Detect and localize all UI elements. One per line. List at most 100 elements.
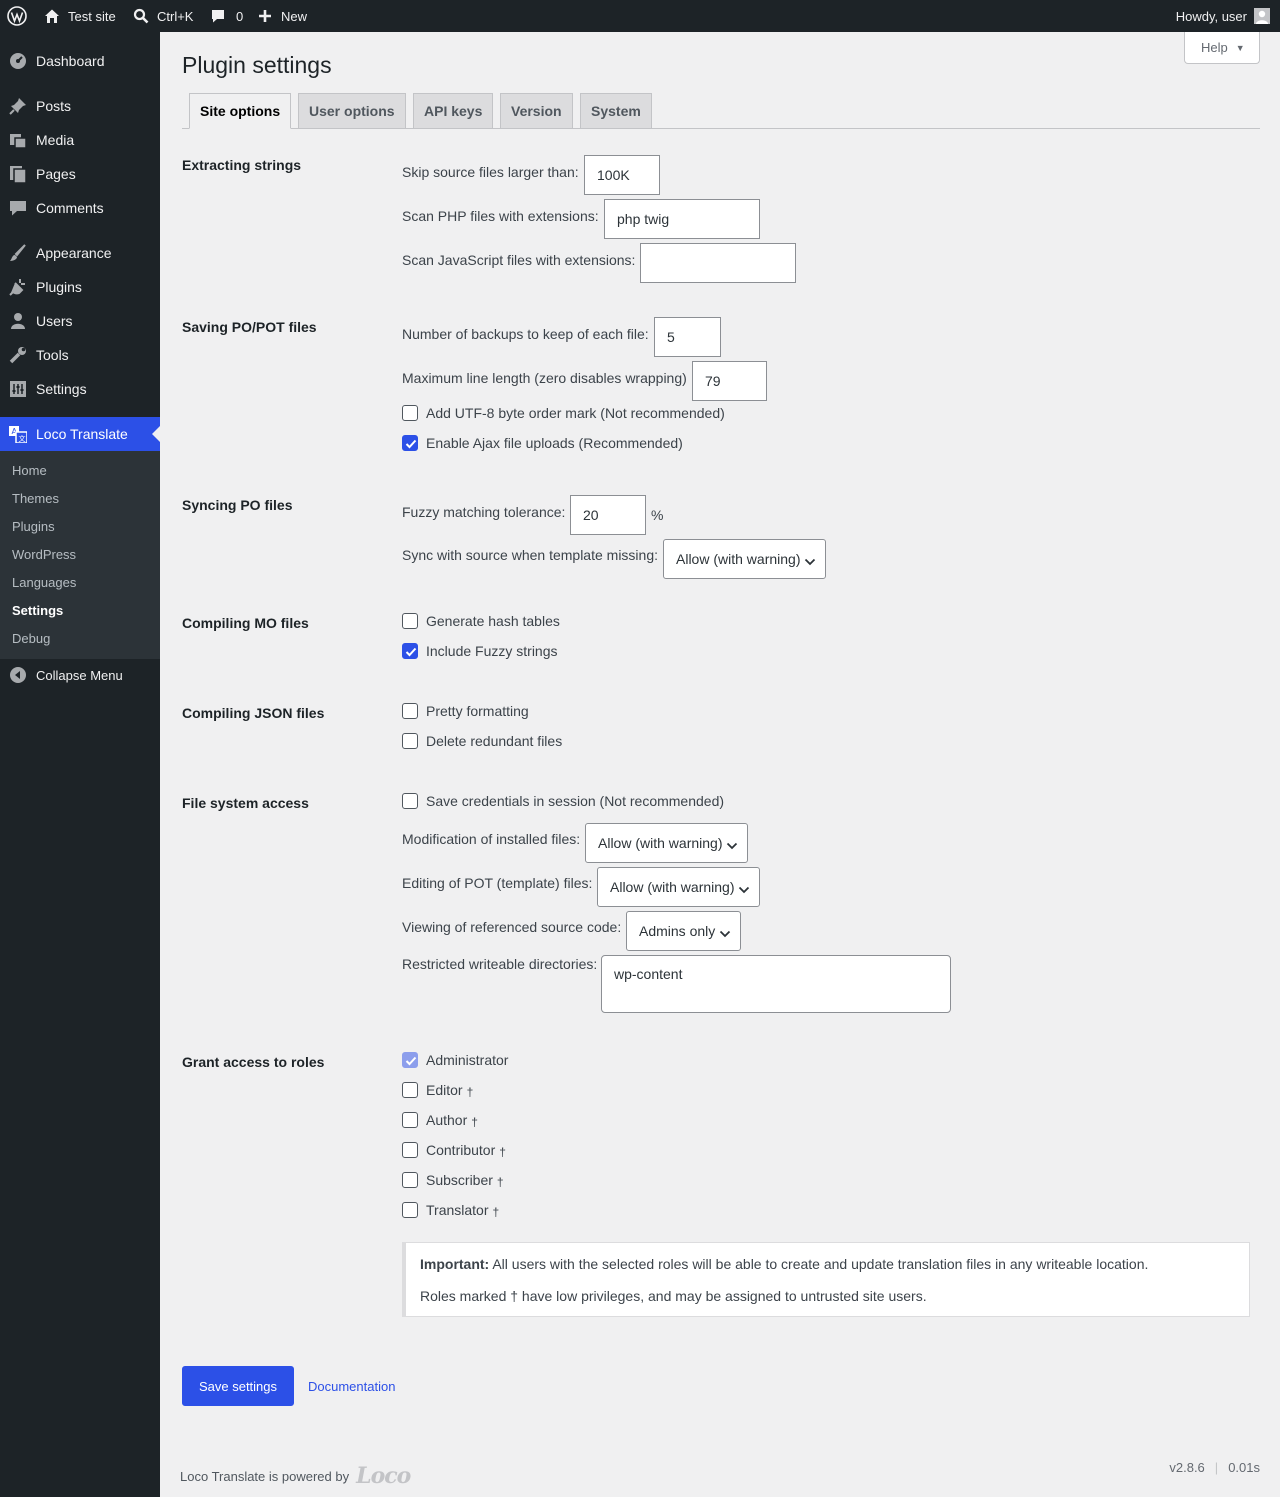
writeable-dirs-label: Restricted writeable directories: xyxy=(402,956,598,972)
pin-icon xyxy=(9,97,27,115)
submenu-item-plugins[interactable]: Plugins xyxy=(12,519,55,534)
sidebar-item-pages[interactable]: Pages xyxy=(0,157,160,191)
save-credentials-checkbox[interactable] xyxy=(402,793,418,809)
ajax-option: Enable Ajax file uploads (Recommended) xyxy=(402,435,683,451)
home-icon xyxy=(44,8,60,24)
section-title-extracting: Extracting strings xyxy=(182,157,302,173)
modification-label: Modification of installed files: xyxy=(402,831,581,847)
js-extensions-label: Scan JavaScript files with extensions: xyxy=(402,252,636,268)
role-editor: Editor † xyxy=(402,1082,474,1099)
svg-text:文: 文 xyxy=(19,434,26,443)
comment-icon xyxy=(9,199,27,217)
sidebar-item-comments[interactable]: Comments xyxy=(0,191,160,225)
plus-icon xyxy=(258,9,272,23)
tab-user-options[interactable]: User options xyxy=(298,93,406,129)
backups-input[interactable]: 5 xyxy=(654,317,721,357)
ajax-checkbox[interactable] xyxy=(402,435,418,451)
page-title: Plugin settings xyxy=(182,52,332,78)
view-source-select[interactable]: Admins only xyxy=(626,911,741,951)
low-privilege-dagger: † xyxy=(496,1175,504,1189)
new-content-link[interactable]: New xyxy=(258,0,307,32)
writeable-dirs-textarea[interactable]: wp-content xyxy=(601,955,951,1013)
sidebar-item-settings[interactable]: Settings xyxy=(0,372,160,406)
save-settings-button[interactable]: Save settings xyxy=(182,1366,294,1406)
role-subscriber: Subscriber † xyxy=(402,1172,504,1189)
brush-icon xyxy=(9,244,27,262)
delete-redundant-option: Delete redundant files xyxy=(402,733,562,749)
php-extensions-label: Scan PHP files with extensions: xyxy=(402,208,599,224)
submenu-item-themes[interactable]: Themes xyxy=(12,491,59,506)
view-source-label: Viewing of referenced source code: xyxy=(402,919,622,935)
include-fuzzy-checkbox[interactable] xyxy=(402,643,418,659)
sidebar-item-media[interactable]: Media xyxy=(0,123,160,157)
version-text: v2.8.6 xyxy=(1169,1460,1205,1475)
admin-sidebar: Dashboard Posts Media Pages Comments App… xyxy=(0,32,160,1497)
submenu-item-wordpress[interactable]: WordPress xyxy=(12,547,76,562)
tab-site-options[interactable]: Site options xyxy=(189,93,292,129)
section-title-syncing: Syncing PO files xyxy=(182,497,293,513)
section-title-roles: Grant access to roles xyxy=(182,1054,325,1070)
pot-editing-select[interactable]: Allow (with warning) xyxy=(597,867,760,907)
wrench-icon xyxy=(9,346,27,364)
media-icon xyxy=(9,131,27,149)
submenu-item-home[interactable]: Home xyxy=(12,463,47,478)
loco-submenu: Home Themes Plugins WordPress Languages … xyxy=(0,451,160,659)
tab-api-keys[interactable]: API keys xyxy=(413,93,494,129)
submenu-item-languages[interactable]: Languages xyxy=(12,575,76,590)
wordpress-logo-icon[interactable] xyxy=(7,0,27,32)
bom-checkbox[interactable] xyxy=(402,405,418,421)
tab-version[interactable]: Version xyxy=(500,93,573,129)
role-contributor-checkbox[interactable] xyxy=(402,1142,418,1158)
sync-missing-select[interactable]: Allow (with warning) xyxy=(663,539,826,579)
collapse-menu-button[interactable]: Collapse Menu xyxy=(0,658,160,692)
help-button[interactable]: Help ▼ xyxy=(1184,32,1260,64)
js-extensions-input[interactable] xyxy=(640,243,796,283)
sidebar-item-dashboard[interactable]: Dashboard xyxy=(0,44,160,78)
loco-logo[interactable]: Loco xyxy=(356,1463,411,1489)
sidebar-item-appearance[interactable]: Appearance xyxy=(0,236,160,270)
roles-notice: Important: All users with the selected r… xyxy=(402,1242,1250,1317)
role-subscriber-checkbox[interactable] xyxy=(402,1172,418,1188)
sliders-icon xyxy=(9,380,27,398)
delete-redundant-checkbox[interactable] xyxy=(402,733,418,749)
fuzzy-tolerance-input[interactable]: 20 xyxy=(570,495,646,535)
section-title-json: Compiling JSON files xyxy=(182,705,325,721)
site-link[interactable]: Test site xyxy=(44,0,116,32)
role-administrator-checkbox[interactable] xyxy=(402,1052,418,1068)
section-title-saving: Saving PO/POT files xyxy=(182,319,317,335)
notice-bold: Important: xyxy=(420,1256,490,1272)
role-translator: Translator † xyxy=(402,1202,500,1219)
role-editor-checkbox[interactable] xyxy=(402,1082,418,1098)
search-button[interactable]: Ctrl+K xyxy=(133,0,193,32)
translate-icon: A文 xyxy=(9,425,28,444)
role-author-checkbox[interactable] xyxy=(402,1112,418,1128)
sidebar-item-loco-translate[interactable]: A文 Loco Translate xyxy=(0,417,160,451)
submenu-item-settings[interactable]: Settings xyxy=(12,603,63,618)
sync-missing-label: Sync with source when template missing: xyxy=(402,547,658,563)
documentation-link[interactable]: Documentation xyxy=(308,1379,395,1394)
comment-icon xyxy=(210,8,226,24)
sidebar-item-users[interactable]: Users xyxy=(0,304,160,338)
sidebar-item-posts[interactable]: Posts xyxy=(0,89,160,123)
hash-tables-checkbox[interactable] xyxy=(402,613,418,629)
admin-bar: Test site Ctrl+K 0 New Howdy, user xyxy=(0,0,1280,32)
role-translator-checkbox[interactable] xyxy=(402,1202,418,1218)
comments-link[interactable]: 0 xyxy=(210,0,243,32)
modification-select[interactable]: Allow (with warning) xyxy=(585,823,748,863)
sidebar-item-tools[interactable]: Tools xyxy=(0,338,160,372)
pretty-formatting-checkbox[interactable] xyxy=(402,703,418,719)
sidebar-item-plugins[interactable]: Plugins xyxy=(0,270,160,304)
tab-system[interactable]: System xyxy=(580,93,652,129)
pot-editing-label: Editing of POT (template) files: xyxy=(402,875,593,891)
bom-option: Add UTF-8 byte order mark (Not recommend… xyxy=(402,405,725,421)
chevron-down-icon xyxy=(726,838,738,850)
low-privilege-dagger: † xyxy=(492,1205,500,1219)
low-privilege-dagger: † xyxy=(466,1085,474,1099)
include-fuzzy-option: Include Fuzzy strings xyxy=(402,643,558,659)
skip-size-input[interactable]: 100K xyxy=(584,155,660,195)
backups-label: Number of backups to keep of each file: xyxy=(402,326,649,342)
line-length-input[interactable]: 79 xyxy=(692,361,767,401)
php-extensions-input[interactable]: php twig xyxy=(604,199,760,239)
submenu-item-debug[interactable]: Debug xyxy=(12,631,50,646)
account-menu[interactable]: Howdy, user xyxy=(1176,0,1270,32)
